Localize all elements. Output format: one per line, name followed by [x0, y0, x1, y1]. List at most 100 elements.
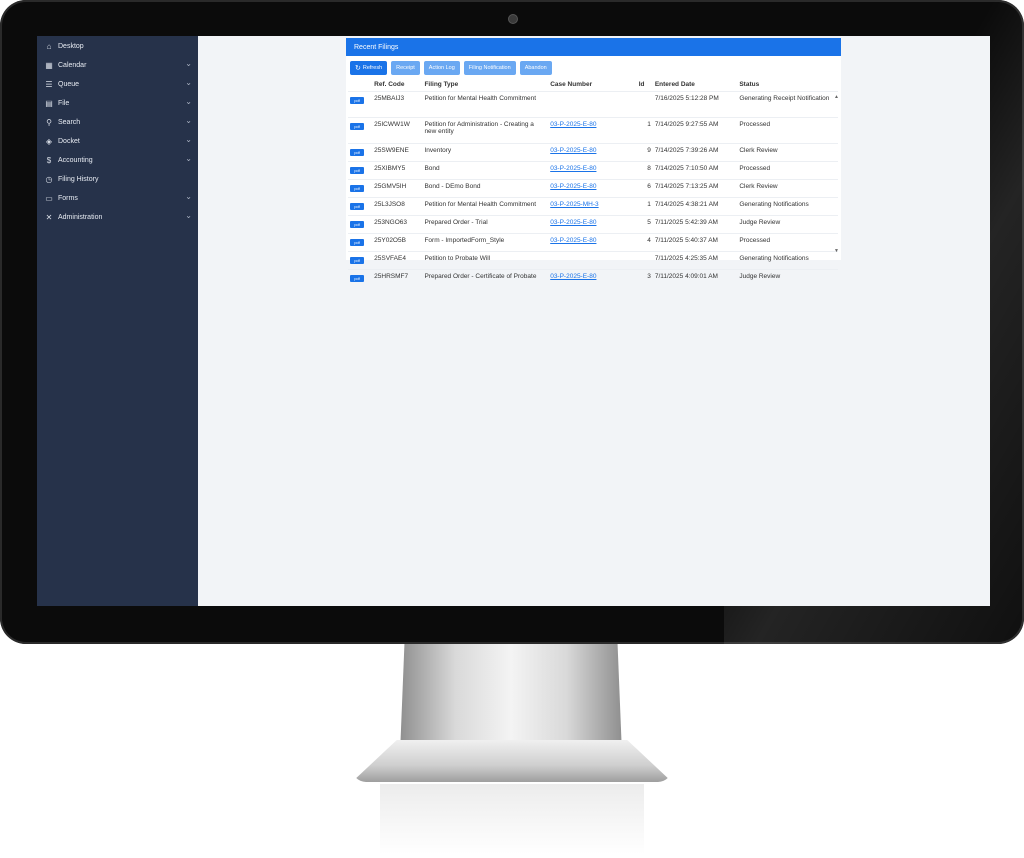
scroll-up-arrow[interactable]: ▲: [834, 94, 839, 100]
filing-type-cell: Bond: [424, 165, 440, 172]
chevron-down-icon: ⌄: [185, 116, 192, 125]
sidebar-item-label: File: [58, 100, 70, 107]
case-number-link[interactable]: 03-P-2025-E-80: [550, 147, 596, 154]
sidebar-item-docket[interactable]: ◈ Docket ⌄: [37, 132, 198, 151]
pdf-button[interactable]: pdf: [350, 203, 364, 210]
docket-icon: ◈: [45, 137, 53, 146]
pdf-button[interactable]: pdf: [350, 275, 364, 282]
action-log-button[interactable]: Action Log: [423, 61, 460, 75]
case-number-link[interactable]: 03-P-2025-E-80: [550, 121, 596, 128]
id-cell: 3: [647, 273, 651, 280]
table-row[interactable]: pdf 25GMV5IH Bond - DEmo Bond 03-P-2025-E-8…: [348, 179, 838, 198]
chevron-down-icon: ⌄: [185, 78, 192, 87]
column-header[interactable]: Id: [637, 78, 653, 92]
ref-code-cell: 25SVFAE4: [374, 255, 406, 262]
table-row[interactable]: pdf 25MBAIJ3 Petition for Mental Health Co…: [348, 91, 838, 118]
ref-code-cell: 25XIBMY5: [374, 165, 406, 172]
sidebar-item-accounting[interactable]: $ Accounting ⌄: [37, 151, 198, 170]
column-header[interactable]: Filing Type: [422, 78, 548, 92]
column-header[interactable]: Entered Date: [653, 78, 738, 92]
case-number-link[interactable]: 03-P-2025-E-80: [550, 273, 596, 280]
ref-code-cell: 25ICWW1W: [374, 121, 410, 128]
pdf-button[interactable]: pdf: [350, 97, 364, 104]
sidebar-item-forms[interactable]: ▭ Forms ⌄: [37, 189, 198, 208]
filing-type-cell: Prepared Order - Trial: [424, 219, 488, 226]
pdf-button[interactable]: pdf: [350, 239, 364, 246]
forms-icon: ▭: [45, 194, 53, 203]
entered-date-cell: 7/11/2025 4:09:01 AM: [654, 273, 718, 280]
pdf-button[interactable]: pdf: [350, 123, 364, 130]
abandon-button[interactable]: Abandon: [519, 61, 552, 75]
sidebar-item-filing-history[interactable]: ◷ Filing History: [37, 170, 198, 189]
sidebar-item-desktop[interactable]: ⌂ Desktop: [37, 37, 198, 56]
table-row[interactable]: pdf 25SW9ENE Inventory 03-P-2025-E-80 9 7/14/…: [348, 143, 838, 162]
tools-icon: ✕: [45, 213, 53, 222]
table-row[interactable]: pdf 25ICWW1W Petition for Administration -…: [348, 117, 838, 144]
id-cell: 1: [647, 121, 651, 128]
toolbar: ↻ Refresh Receipt Action Log Filing Noti…: [346, 56, 841, 75]
monitor-stand-neck: [400, 644, 622, 754]
pdf-button[interactable]: pdf: [350, 167, 364, 174]
webcam: [508, 14, 518, 24]
column-header: [348, 78, 372, 92]
entered-date-cell: 7/16/2025 5:12:28 PM: [654, 95, 719, 102]
scroll-down-arrow[interactable]: ▼: [834, 248, 839, 254]
column-header[interactable]: Ref. Code: [372, 78, 422, 92]
column-header[interactable]: Status: [737, 78, 838, 92]
status-cell: Clerk Review: [739, 147, 778, 154]
ref-code-cell: 25GMV5IH: [374, 183, 407, 190]
case-number-link[interactable]: 03-P-2025-E-80: [550, 237, 596, 244]
table-row[interactable]: pdf 25XIBMY5 Bond 03-P-2025-E-80 8 7/14/2025 …: [348, 161, 838, 180]
pdf-button[interactable]: pdf: [350, 185, 364, 192]
sidebar-item-file[interactable]: ▤ File ⌄: [37, 94, 198, 113]
sidebar-item-queue[interactable]: ☰ Queue ⌄: [37, 75, 198, 94]
chevron-down-icon: ⌄: [185, 97, 192, 106]
sidebar-item-search[interactable]: ⚲ Search ⌄: [37, 113, 198, 132]
sidebar-item-label: Filing History: [58, 176, 99, 183]
column-header[interactable]: Case Number: [548, 78, 637, 92]
table-row[interactable]: pdf 25HRSMF7 Prepared Order - Certificate …: [348, 269, 838, 287]
case-number-link[interactable]: 03-P-2025-E-80: [550, 183, 596, 190]
sidebar-item-label: Administration: [58, 214, 103, 221]
status-cell: Generating Notifications: [739, 255, 809, 262]
sidebar-item-label: Docket: [58, 138, 80, 145]
entered-date-cell: 7/11/2025 4:25:35 AM: [654, 255, 718, 262]
filing-type-cell: Petition for Mental Health Commitment: [424, 201, 537, 208]
chevron-down-icon: ⌄: [185, 135, 192, 144]
table-row[interactable]: pdf 253NGO63 Prepared Order - Trial 03-P-20…: [348, 215, 838, 234]
entered-date-cell: 7/11/2025 5:42:39 AM: [654, 219, 718, 226]
sidebar: ⌂ Desktop ▦ Calendar ⌄ ☰ Queue ⌄ ▤ File …: [37, 36, 198, 606]
sidebar-item-administration[interactable]: ✕ Administration ⌄: [37, 208, 198, 227]
case-number-link[interactable]: 03-P-2025-E-80: [550, 219, 596, 226]
table-row[interactable]: pdf 25SVFAE4 Petition to Probate Will 7/11/…: [348, 251, 838, 270]
entered-date-cell: 7/14/2025 7:39:26 AM: [654, 147, 719, 154]
table-row[interactable]: pdf 25L3JSO8 Petition for Mental Health Co…: [348, 197, 838, 216]
status-cell: Judge Review: [739, 273, 781, 280]
ref-code-cell: 25L3JSO8: [374, 201, 405, 208]
refresh-button[interactable]: ↻ Refresh: [350, 61, 388, 75]
ref-code-cell: 25Y02O5B: [374, 237, 406, 244]
filing-notification-button[interactable]: Filing Notification: [463, 61, 516, 75]
table-row[interactable]: pdf 25Y02O5B Form - ImportedForm_Style 03-P…: [348, 233, 838, 252]
dollar-icon: $: [46, 156, 52, 165]
case-number-link[interactable]: 03-P-2025-E-80: [550, 165, 596, 172]
entered-date-cell: 7/14/2025 9:27:55 AM: [654, 121, 719, 128]
receipt-button[interactable]: Receipt: [391, 61, 420, 75]
chevron-down-icon: ⌄: [185, 59, 192, 68]
sidebar-item-calendar[interactable]: ▦ Calendar ⌄: [37, 56, 198, 75]
status-cell: Processed: [739, 121, 771, 128]
monitor-stand-base: [352, 740, 672, 782]
status-cell: Generating Receipt Notification: [739, 95, 830, 102]
id-cell: 4: [647, 237, 651, 244]
history-icon: ◷: [45, 175, 53, 184]
pdf-button[interactable]: pdf: [350, 149, 364, 156]
pdf-button[interactable]: pdf: [350, 221, 364, 228]
pdf-button[interactable]: pdf: [350, 257, 364, 264]
id-cell: 5: [647, 219, 651, 226]
filing-type-cell: Prepared Order - Certificate of Probate: [424, 273, 537, 280]
chevron-down-icon: ⌄: [185, 154, 192, 163]
ref-code-cell: 25MBAIJ3: [374, 95, 405, 102]
case-number-link[interactable]: 03-P-2025-MH-3: [550, 201, 598, 208]
stand-reflection: [380, 784, 644, 854]
filing-type-cell: Petition for Administration - Creating a…: [424, 121, 534, 135]
